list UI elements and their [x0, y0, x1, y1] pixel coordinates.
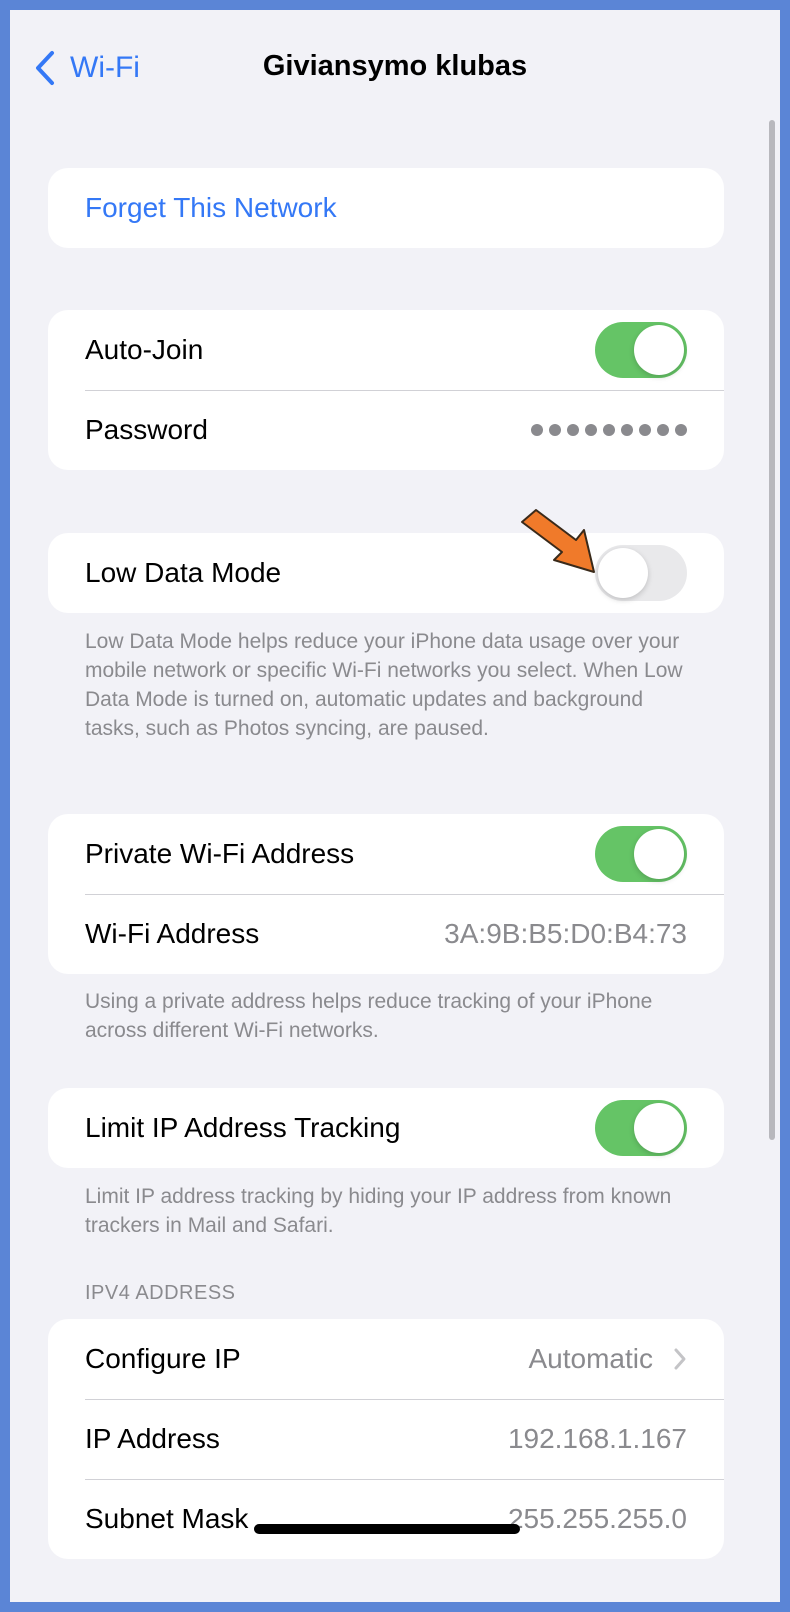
private-address-toggle[interactable]	[595, 826, 687, 882]
configure-ip-label: Configure IP	[85, 1343, 241, 1374]
ip-address-label: IP Address	[85, 1423, 220, 1454]
wifi-address-label: Wi-Fi Address	[85, 918, 260, 949]
limit-ip-label: Limit IP Address Tracking	[85, 1112, 401, 1143]
low-data-group: Low Data Mode	[48, 533, 724, 613]
auto-join-label: Auto-Join	[85, 334, 204, 365]
scrollbar[interactable]	[769, 120, 775, 1140]
limit-ip-footnote: Limit IP address tracking by hiding your…	[85, 1185, 672, 1237]
low-data-footnote: Low Data Mode helps reduce your iPhone d…	[85, 630, 683, 740]
private-address-group: Private Wi-Fi Address Wi-Fi Address 3A:9…	[48, 814, 724, 974]
ipv4-section-header: IPV4 ADDRESS	[85, 1282, 236, 1304]
wifi-address-value: 3A:9B:B5:D0:B4:73	[444, 918, 687, 949]
private-address-row: Private Wi-Fi Address	[48, 814, 724, 894]
navigation-bar: Wi-Fi Giviansymo klubas	[10, 10, 780, 130]
password-row[interactable]: Password	[48, 390, 724, 470]
forget-network-label: Forget This Network	[85, 192, 337, 223]
configure-ip-row[interactable]: Configure IP Automatic	[48, 1319, 724, 1399]
private-address-footnote: Using a private address helps reduce tra…	[85, 990, 653, 1042]
configure-ip-value: Automatic	[528, 1343, 654, 1374]
orange-arrow-icon	[521, 509, 595, 573]
password-dots	[531, 424, 687, 436]
chevron-right-icon	[674, 1348, 686, 1370]
subnet-mask-row: Subnet Mask 255.255.255.0	[48, 1479, 724, 1559]
connection-group: Auto-Join Password	[48, 310, 724, 470]
limit-ip-row: Limit IP Address Tracking	[48, 1088, 724, 1168]
forget-group: Forget This Network	[48, 168, 724, 248]
forget-network-button[interactable]: Forget This Network	[48, 168, 724, 248]
toggle-knob	[634, 1103, 684, 1153]
ip-address-row: IP Address 192.168.1.167	[48, 1399, 724, 1479]
limit-ip-toggle[interactable]	[595, 1100, 687, 1156]
page-title: Giviansymo klubas	[262, 50, 528, 82]
ip-address-value: 192.168.1.167	[507, 1423, 687, 1454]
auto-join-row: Auto-Join	[48, 310, 724, 390]
toggle-knob	[634, 829, 684, 879]
private-address-label: Private Wi-Fi Address	[85, 838, 355, 869]
low-data-row: Low Data Mode	[48, 533, 724, 613]
settings-screen: Wi-Fi Giviansymo klubas Forget This Netw…	[10, 10, 780, 1602]
ipv4-group: Configure IP Automatic IP Address 192.16…	[48, 1319, 724, 1559]
toggle-knob	[634, 325, 684, 375]
auto-join-toggle[interactable]	[595, 322, 687, 378]
password-label: Password	[85, 414, 208, 445]
home-indicator[interactable]	[254, 1524, 520, 1534]
wifi-address-row: Wi-Fi Address 3A:9B:B5:D0:B4:73	[48, 894, 724, 974]
limit-ip-group: Limit IP Address Tracking	[48, 1088, 724, 1168]
subnet-mask-value: 255.255.255.0	[507, 1503, 687, 1534]
